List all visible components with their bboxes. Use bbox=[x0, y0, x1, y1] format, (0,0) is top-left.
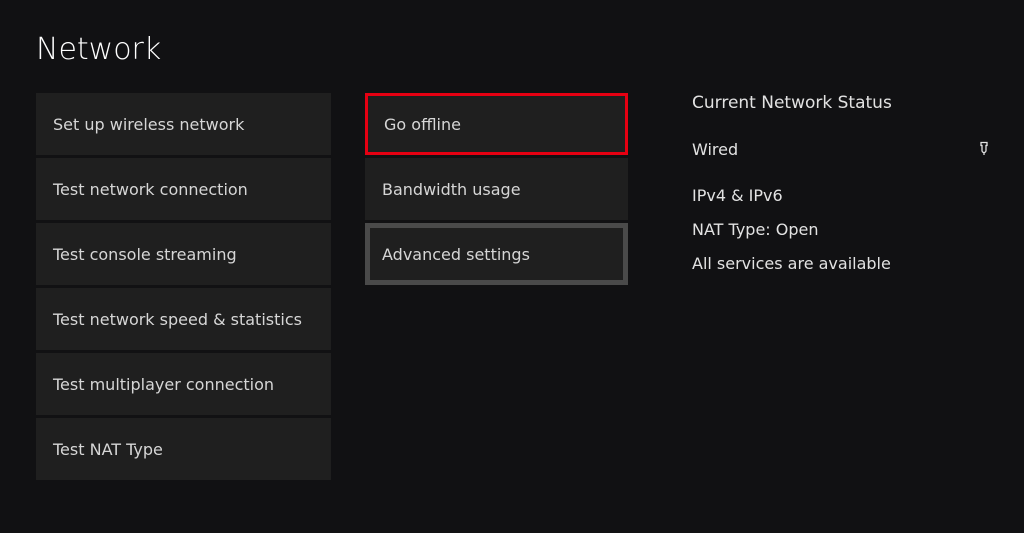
button-label: Test console streaming bbox=[53, 245, 237, 264]
test-streaming-button[interactable]: Test console streaming bbox=[36, 223, 331, 285]
button-label: Test multiplayer connection bbox=[53, 375, 274, 394]
button-label: Test network speed & statistics bbox=[53, 310, 302, 329]
ip-versions: IPv4 & IPv6 bbox=[692, 188, 992, 204]
setup-wireless-button[interactable]: Set up wireless network bbox=[36, 93, 331, 155]
button-label: Go offline bbox=[384, 115, 461, 134]
page-title: Network bbox=[0, 0, 1024, 93]
button-label: Advanced settings bbox=[382, 245, 530, 264]
advanced-settings-button[interactable]: Advanced settings bbox=[365, 223, 628, 285]
nat-type: NAT Type: Open bbox=[692, 222, 992, 238]
go-offline-button[interactable]: Go offline bbox=[365, 93, 628, 155]
connection-type: Wired bbox=[692, 142, 738, 158]
test-multiplayer-button[interactable]: Test multiplayer connection bbox=[36, 353, 331, 415]
bandwidth-usage-button[interactable]: Bandwidth usage bbox=[365, 158, 628, 220]
test-connection-button[interactable]: Test network connection bbox=[36, 158, 331, 220]
test-nat-button[interactable]: Test NAT Type bbox=[36, 418, 331, 480]
test-speed-button[interactable]: Test network speed & statistics bbox=[36, 288, 331, 350]
wired-icon bbox=[976, 140, 992, 160]
button-label: Test network connection bbox=[53, 180, 248, 199]
button-label: Set up wireless network bbox=[53, 115, 244, 134]
services-status: All services are available bbox=[692, 256, 992, 272]
settings-column-right: Go offline Bandwidth usage Advanced sett… bbox=[365, 93, 628, 480]
button-label: Bandwidth usage bbox=[382, 180, 521, 199]
button-label: Test NAT Type bbox=[53, 440, 163, 459]
settings-column-left: Set up wireless network Test network con… bbox=[36, 93, 331, 480]
network-status-panel: Current Network Status Wired IPv4 & IPv6… bbox=[692, 93, 992, 480]
status-header: Current Network Status bbox=[692, 95, 992, 112]
